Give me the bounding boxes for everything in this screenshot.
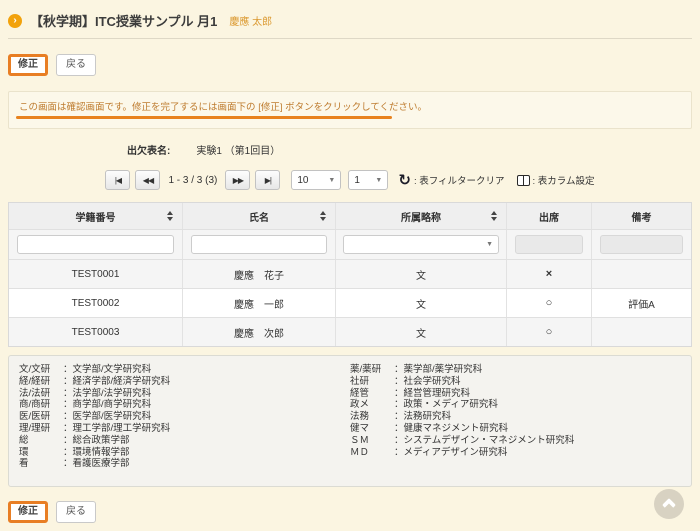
sheet-name-row: 出欠表名: 実験1 （第1回目）	[127, 142, 692, 157]
affiliation-legend: 文/文研：文学部/文学研究科 経/経研：経済学部/経済学研究科 法/法研：法学部…	[8, 355, 692, 487]
legend-left-column: 文/文研：文学部/文学研究科 経/経研：経済学部/経済学研究科 法/法研：法学部…	[19, 364, 350, 470]
column-header-student-id: 学籍番号	[9, 203, 183, 229]
legend-item: 政メ：政策・メディア研究科	[350, 399, 681, 411]
title-bar: › 【秋学期】ITC授業サンプル 月1 慶應 太郎	[8, 8, 692, 38]
name-filter-input[interactable]	[191, 235, 327, 254]
scroll-to-top-button[interactable]	[654, 489, 684, 519]
column-header-name: 氏名	[183, 203, 336, 229]
edit-button-top[interactable]: 修正	[8, 54, 48, 76]
sort-icon[interactable]	[320, 211, 326, 221]
legend-item: 文/文研：文学部/文学研究科	[19, 364, 350, 376]
attendance-cell: ○	[507, 289, 592, 317]
affiliation-cell: 文	[336, 289, 507, 317]
legend-item: ＳＭ：システムデザイン・マネジメント研究科	[350, 435, 681, 447]
note-cell: 評価A	[592, 289, 691, 317]
legend-item: 環：環境情報学部	[19, 447, 350, 459]
legend-item: 理/理研：理工学部/理工学研究科	[19, 423, 350, 435]
filter-clear-label: : 表フィルタークリア	[414, 173, 505, 187]
legend-item: 健マ：健康マネジメント研究科	[350, 423, 681, 435]
chevron-down-icon: ▼	[375, 177, 382, 184]
legend-item: 商/商研：商学部/商学研究科	[19, 399, 350, 411]
sort-icon[interactable]	[491, 211, 497, 221]
notice-underline	[16, 116, 392, 119]
pagination-bar: |◀ ◀◀ 1 - 3 / 3 (3) ▶▶ ▶| 10 ▼ 1 ▼ ↻ : 表…	[8, 170, 692, 190]
affiliation-cell: 文	[336, 260, 507, 288]
table-row: TEST0003 慶應 次郎 文 ○	[9, 317, 691, 346]
next-page-button[interactable]: ▶▶	[225, 170, 250, 190]
page-number-value: 1	[354, 175, 360, 186]
name-cell: 慶應 花子	[183, 260, 336, 288]
notice-text: この画面は確認画面です。修正を完了するには画面下の [修正] ボタンをクリックし…	[19, 99, 681, 113]
chevron-down-icon: ▼	[328, 177, 335, 184]
page-size-select[interactable]: 10 ▼	[291, 170, 341, 190]
legend-item: 社研：社会学研究科	[350, 376, 681, 388]
affiliation-cell: 文	[336, 318, 507, 346]
page: › 【秋学期】ITC授業サンプル 月1 慶應 太郎 修正 戻る この画面は確認画…	[0, 0, 700, 531]
legend-item: 薬/薬研：薬学部/薬学研究科	[350, 364, 681, 376]
column-config-label: : 表カラム設定	[533, 173, 595, 187]
student-id-cell: TEST0002	[9, 289, 183, 317]
page-size-value: 10	[297, 175, 308, 186]
page-number-select[interactable]: 1 ▼	[348, 170, 388, 190]
chevron-down-icon: ▼	[486, 241, 493, 248]
column-config-icon[interactable]	[517, 175, 530, 186]
note-cell	[592, 260, 691, 288]
page-title: 【秋学期】ITC授業サンプル 月1	[30, 11, 217, 30]
table-header-row: 学籍番号 氏名 所属略称 出席 備考	[9, 203, 691, 229]
attendance-cell: ○	[507, 318, 592, 346]
legend-item: 医/医研：医学部/医学研究科	[19, 411, 350, 423]
note-cell	[592, 318, 691, 346]
name-cell: 慶應 次郎	[183, 318, 336, 346]
legend-item: 経/経研：経済学部/経済学研究科	[19, 376, 350, 388]
note-filter-input-disabled	[600, 235, 683, 254]
top-action-row: 修正 戻る	[8, 54, 692, 76]
legend-item: 看：看護医療学部	[19, 458, 350, 470]
table-filter-row: ▼	[9, 229, 691, 259]
header-divider	[8, 38, 692, 39]
confirmation-notice: この画面は確認画面です。修正を完了するには画面下の [修正] ボタンをクリックし…	[8, 91, 692, 129]
sheet-name-value: 実験1 （第1回目）	[196, 142, 280, 157]
first-page-button[interactable]: |◀	[105, 170, 130, 190]
prev-page-button[interactable]: ◀◀	[135, 170, 160, 190]
sort-icon[interactable]	[167, 211, 173, 221]
attendance-filter-input-disabled	[515, 235, 583, 254]
table-row: TEST0001 慶應 花子 文 ×	[9, 259, 691, 288]
student-id-cell: TEST0001	[9, 260, 183, 288]
filter-clear-icon[interactable]: ↻	[398, 173, 411, 188]
attendance-cell: ×	[507, 260, 592, 288]
last-page-button[interactable]: ▶|	[255, 170, 280, 190]
teacher-name: 慶應 太郎	[229, 13, 272, 28]
student-id-cell: TEST0003	[9, 318, 183, 346]
back-button-top[interactable]: 戻る	[56, 54, 96, 76]
edit-button-bottom[interactable]: 修正	[8, 501, 48, 523]
legend-item: 法務：法務研究科	[350, 411, 681, 423]
bottom-action-row: 修正 戻る	[8, 501, 692, 523]
sheet-name-label: 出欠表名:	[127, 142, 170, 157]
table-row: TEST0002 慶應 一郎 文 ○ 評価A	[9, 288, 691, 317]
legend-item: 経管：経営管理研究科	[350, 388, 681, 400]
column-header-note: 備考	[592, 203, 691, 229]
page-range-text: 1 - 3 / 3 (3)	[168, 175, 217, 186]
column-header-affiliation: 所属略称	[336, 203, 507, 229]
legend-item: 総：総合政策学部	[19, 435, 350, 447]
name-cell: 慶應 一郎	[183, 289, 336, 317]
legend-right-column: 薬/薬研：薬学部/薬学研究科 社研：社会学研究科 経管：経営管理研究科 政メ：政…	[350, 364, 681, 470]
column-header-attendance: 出席	[507, 203, 592, 229]
back-button-bottom[interactable]: 戻る	[56, 501, 96, 523]
legend-item: 法/法研：法学部/法学研究科	[19, 388, 350, 400]
attendance-table: 学籍番号 氏名 所属略称 出席 備考 ▼	[8, 202, 692, 347]
breadcrumb-arrow-icon: ›	[8, 14, 22, 28]
student-id-filter-input[interactable]	[17, 235, 174, 254]
legend-item: ＭＤ：メディアデザイン研究科	[350, 447, 681, 459]
affiliation-filter-select[interactable]: ▼	[343, 235, 499, 254]
